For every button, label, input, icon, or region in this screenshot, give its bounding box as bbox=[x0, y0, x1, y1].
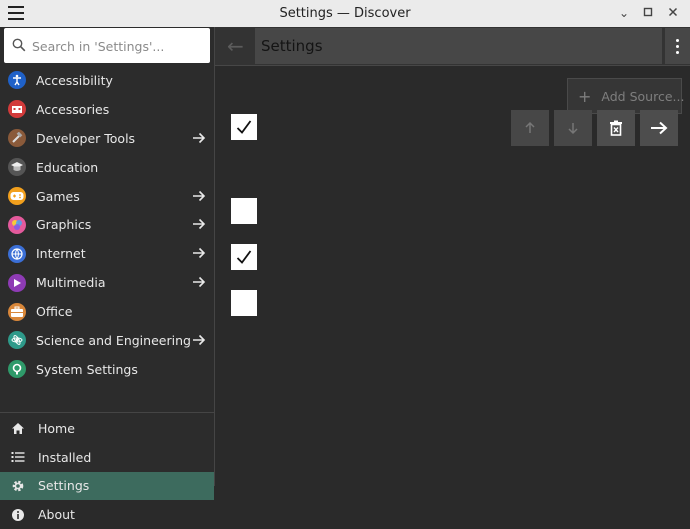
nav-item-about[interactable]: About bbox=[0, 500, 214, 529]
plus-icon: + bbox=[578, 86, 592, 106]
sidebar-item-label: Accessibility bbox=[36, 72, 113, 88]
category-list: Accessibility Accessories Developer Tools E… bbox=[0, 66, 214, 384]
window-title: Settings — Discover bbox=[279, 6, 411, 21]
sidebar-item-label: Graphics bbox=[36, 217, 92, 233]
arrow-right-icon bbox=[192, 332, 206, 350]
checkmark-icon bbox=[236, 120, 252, 134]
sidebar-item-label: Science and Engineering bbox=[36, 332, 191, 348]
search-icon bbox=[12, 38, 26, 52]
developer-tools-icon bbox=[8, 129, 26, 148]
source-checkbox[interactable] bbox=[231, 290, 257, 316]
nav-item-label: Installed bbox=[38, 449, 92, 465]
gamepad-icon bbox=[8, 187, 26, 205]
sidebar-item-internet[interactable]: Internet bbox=[0, 239, 214, 268]
system-settings-icon bbox=[8, 360, 26, 379]
sidebar-item-science-and-engineering[interactable]: Science and Engineering bbox=[0, 326, 214, 355]
arrow-right-icon bbox=[651, 121, 668, 135]
briefcase-icon bbox=[8, 302, 26, 321]
arrow-up-icon bbox=[525, 121, 535, 133]
close-icon[interactable] bbox=[666, 6, 680, 20]
kebab-menu-icon[interactable] bbox=[665, 28, 690, 64]
sidebar-item-games[interactable]: Games bbox=[0, 182, 214, 211]
nav-item-installed[interactable]: Installed bbox=[0, 443, 214, 472]
title-bar: Settings — Discover ⌄ bbox=[0, 0, 690, 28]
arrow-right-icon bbox=[192, 245, 206, 263]
maximize-icon[interactable] bbox=[641, 6, 655, 20]
list-icon bbox=[10, 451, 26, 463]
search-input[interactable] bbox=[30, 36, 206, 56]
sidebar-item-multimedia[interactable]: Multimedia bbox=[0, 268, 214, 297]
science-icon bbox=[8, 331, 26, 350]
accessories-icon bbox=[8, 100, 26, 119]
forward-button[interactable] bbox=[640, 110, 678, 146]
accessibility-icon bbox=[8, 71, 26, 90]
arrow-right-icon bbox=[192, 130, 206, 148]
graphics-icon bbox=[8, 215, 26, 234]
sidebar-item-label: Education bbox=[36, 159, 99, 175]
sidebar-item-label: Developer Tools bbox=[36, 130, 136, 146]
sidebar-item-label: Office bbox=[36, 304, 73, 320]
navigation-list: Home Installed Settings About bbox=[0, 414, 214, 529]
arrow-down-icon bbox=[568, 123, 578, 135]
info-icon bbox=[10, 508, 26, 522]
sidebar-item-label: Games bbox=[36, 188, 80, 204]
arrow-right-icon bbox=[192, 274, 206, 292]
add-source-label: Add Source... bbox=[601, 88, 685, 104]
arrow-right-icon bbox=[192, 216, 206, 234]
nav-item-home[interactable]: Home bbox=[0, 414, 214, 443]
sidebar-item-label: Multimedia bbox=[36, 275, 106, 291]
source-checkbox[interactable] bbox=[231, 198, 257, 224]
back-arrow-icon[interactable]: ← bbox=[227, 34, 244, 58]
sidebar-item-system-settings[interactable]: System Settings bbox=[0, 355, 214, 384]
graduation-cap-icon bbox=[8, 158, 26, 177]
sidebar-item-graphics[interactable]: Graphics bbox=[0, 210, 214, 239]
page-header: ← Settings bbox=[215, 27, 690, 66]
sidebar-item-label: Internet bbox=[36, 246, 86, 262]
sidebar-item-accessories[interactable]: Accessories bbox=[0, 95, 214, 124]
search-box[interactable] bbox=[4, 28, 210, 63]
sidebar-item-office[interactable]: Office bbox=[0, 297, 214, 326]
nav-item-label: Home bbox=[38, 420, 75, 436]
add-source-button[interactable]: + Add Source... bbox=[567, 78, 685, 114]
checkmark-icon bbox=[236, 250, 252, 264]
globe-icon bbox=[8, 244, 26, 263]
trash-icon bbox=[610, 120, 622, 136]
move-down-button[interactable] bbox=[554, 110, 592, 146]
sidebar-item-label: System Settings bbox=[36, 361, 138, 377]
source-checkbox[interactable] bbox=[231, 114, 257, 140]
sidebar-item-education[interactable]: Education bbox=[0, 153, 214, 182]
home-icon bbox=[10, 422, 26, 435]
sidebar-item-developer-tools[interactable]: Developer Tools bbox=[0, 124, 214, 153]
move-up-button[interactable] bbox=[511, 110, 549, 146]
sidebar-divider bbox=[0, 412, 214, 413]
sidebar: Accessibility Accessories Developer Tools E… bbox=[0, 27, 215, 522]
delete-button[interactable] bbox=[597, 110, 635, 146]
sidebar-item-accessibility[interactable]: Accessibility bbox=[0, 66, 214, 95]
multimedia-icon bbox=[8, 273, 26, 292]
arrow-right-icon bbox=[192, 188, 206, 206]
sidebar-item-label: Accessories bbox=[36, 101, 110, 117]
page-title: Settings bbox=[261, 37, 323, 55]
source-checkbox[interactable] bbox=[231, 244, 257, 270]
nav-item-label: About bbox=[38, 507, 75, 523]
minimize-icon[interactable]: ⌄ bbox=[617, 6, 631, 20]
